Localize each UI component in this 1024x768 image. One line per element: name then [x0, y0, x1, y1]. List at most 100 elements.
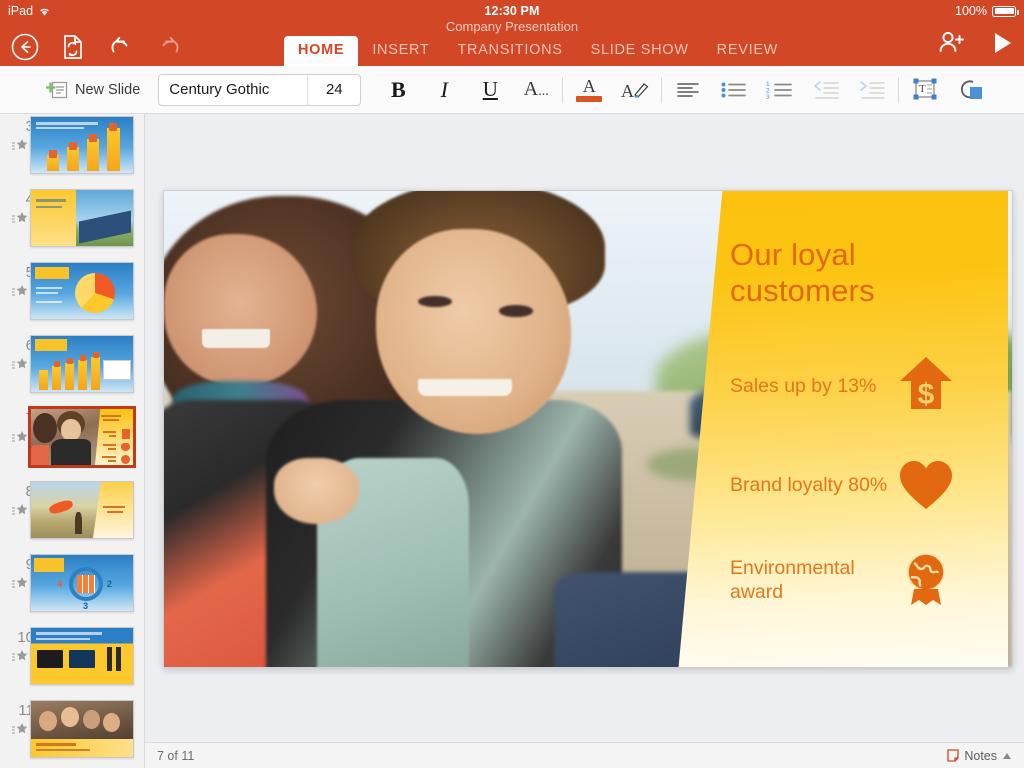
animation-star-icon [12, 138, 28, 158]
play-icon[interactable] [992, 31, 1014, 60]
slide-thumbnails-panel[interactable]: 3 4 [0, 114, 145, 768]
slide-thumbnail-selected[interactable] [28, 406, 136, 468]
slide-thumbnail[interactable] [30, 627, 134, 685]
notes-label: Notes [964, 749, 997, 763]
slide-thumbnail[interactable] [30, 700, 134, 758]
font-controls: Century Gothic 24 [158, 74, 361, 106]
battery-full-icon [992, 6, 1016, 17]
globe-award-icon [895, 551, 957, 609]
toolbar-divider-1 [562, 77, 563, 103]
stat-label-sales: Sales up by 13% [730, 374, 895, 398]
back-icon[interactable] [8, 30, 42, 64]
add-person-icon[interactable] [938, 30, 966, 61]
chevron-up-icon [1002, 752, 1012, 760]
indent-icon [858, 80, 886, 100]
slide-title[interactable]: Our loyal customers [730, 237, 940, 309]
svg-text:A: A [621, 81, 634, 101]
sidebar-item-slide-3[interactable]: 3 [0, 114, 145, 187]
svg-text:T: T [919, 83, 926, 95]
toolbar-divider-2 [661, 77, 662, 103]
underline-button[interactable]: U [467, 70, 513, 110]
app-header: iPad 12:30 PM 100% Company Presentation [0, 0, 1024, 66]
animation-star-icon [12, 722, 28, 742]
file-sync-icon[interactable] [56, 30, 90, 64]
sidebar-item-slide-10[interactable]: 10 [0, 625, 145, 698]
notes-icon [947, 749, 959, 762]
tab-insert[interactable]: INSERT [358, 36, 443, 66]
stat-row-loyalty[interactable]: Brand loyalty 80% [730, 459, 996, 511]
header-right-icons [938, 30, 1014, 61]
slide-thumbnail[interactable] [30, 335, 134, 393]
stat-label-environmental: Environmental award [730, 556, 895, 604]
format-toolbar: New Slide Century Gothic 24 B I U A... A… [0, 66, 1024, 114]
numbered-list-icon: 1 2 3 [766, 80, 794, 100]
tab-slide-show[interactable]: SLIDE SHOW [577, 36, 703, 66]
highlight-icon: A [620, 77, 650, 103]
animation-star-icon [12, 211, 28, 231]
new-slide-icon [46, 80, 68, 100]
loyal-customers-panel[interactable]: Our loyal customers Sales up by 13% $ Br… [678, 190, 1008, 668]
text-box-button[interactable]: T [902, 70, 948, 110]
toolbar-divider-3 [898, 77, 899, 103]
panel-content: Our loyal customers Sales up by 13% $ Br… [730, 237, 996, 609]
font-size-field[interactable]: 24 [308, 81, 360, 98]
heart-icon [895, 459, 957, 511]
tab-review[interactable]: REVIEW [703, 36, 792, 66]
sidebar-item-slide-8[interactable]: 8 [0, 479, 145, 552]
bottom-status-bar: 7 of 11 Notes [145, 742, 1024, 768]
sidebar-item-slide-11[interactable]: 11 [0, 698, 145, 768]
animation-star-icon [12, 357, 28, 377]
slide-thumbnail[interactable] [30, 189, 134, 247]
clear-formatting-button[interactable]: A... [513, 70, 559, 110]
sidebar-item-slide-6[interactable]: 6 [0, 333, 145, 406]
stat-label-loyalty: Brand loyalty 80% [730, 473, 895, 497]
sidebar-item-slide-7[interactable]: 7 [0, 406, 145, 479]
header-nav-icons [8, 30, 186, 64]
slide-thumbnail[interactable] [30, 262, 134, 320]
slide-canvas[interactable]: Our loyal customers Sales up by 13% $ Br… [145, 114, 1024, 742]
slide-counter: 7 of 11 [157, 749, 194, 763]
increase-indent-button[interactable] [849, 70, 895, 110]
textbox-icon: T [910, 77, 940, 103]
bullets-button[interactable] [711, 70, 757, 110]
sidebar-item-slide-9[interactable]: 9 4 2 3 [0, 552, 145, 625]
notes-button[interactable]: Notes [947, 749, 1012, 763]
numbering-button[interactable]: 1 2 3 [757, 70, 803, 110]
svg-text:$: $ [918, 378, 935, 411]
sidebar-item-slide-5[interactable]: 5 [0, 260, 145, 333]
new-slide-button[interactable]: New Slide [46, 80, 140, 100]
current-slide[interactable]: Our loyal customers Sales up by 13% $ Br… [163, 190, 1013, 668]
animation-star-icon [12, 430, 28, 450]
decrease-indent-button[interactable] [803, 70, 849, 110]
animation-star-icon [12, 576, 28, 596]
sidebar-item-slide-4[interactable]: 4 [0, 187, 145, 260]
dollar-arrow-up-icon: $ [895, 355, 957, 417]
bold-button[interactable]: B [375, 70, 421, 110]
highlight-button[interactable]: A [612, 70, 658, 110]
redo-icon[interactable] [152, 30, 186, 64]
shape-format-button[interactable] [948, 70, 994, 110]
tab-transitions[interactable]: TRANSITIONS [443, 36, 576, 66]
tab-home[interactable]: HOME [284, 36, 358, 66]
animation-star-icon [12, 284, 28, 304]
svg-text:3: 3 [766, 94, 770, 100]
animation-star-icon [12, 503, 28, 523]
italic-button[interactable]: I [421, 70, 467, 110]
bullet-list-icon [720, 80, 748, 100]
powerpoint-app: iPad 12:30 PM 100% Company Presentation [0, 0, 1024, 768]
outdent-icon [812, 80, 840, 100]
font-color-button[interactable]: A [566, 70, 612, 110]
stat-row-environmental[interactable]: Environmental award [730, 551, 996, 609]
font-name-field[interactable]: Century Gothic [159, 81, 307, 98]
shape-icon [956, 77, 986, 103]
slide-thumbnail[interactable] [30, 116, 134, 174]
slide-thumbnail[interactable]: 4 2 3 [30, 554, 134, 612]
new-slide-label: New Slide [75, 82, 140, 98]
align-button[interactable] [665, 70, 711, 110]
animation-star-icon [12, 649, 28, 669]
ribbon-tabs: HOME INSERT TRANSITIONS SLIDE SHOW REVIE… [284, 36, 792, 66]
align-left-icon [675, 80, 701, 100]
undo-icon[interactable] [104, 30, 138, 64]
stat-row-sales[interactable]: Sales up by 13% $ [730, 355, 996, 417]
slide-thumbnail[interactable] [30, 481, 134, 539]
